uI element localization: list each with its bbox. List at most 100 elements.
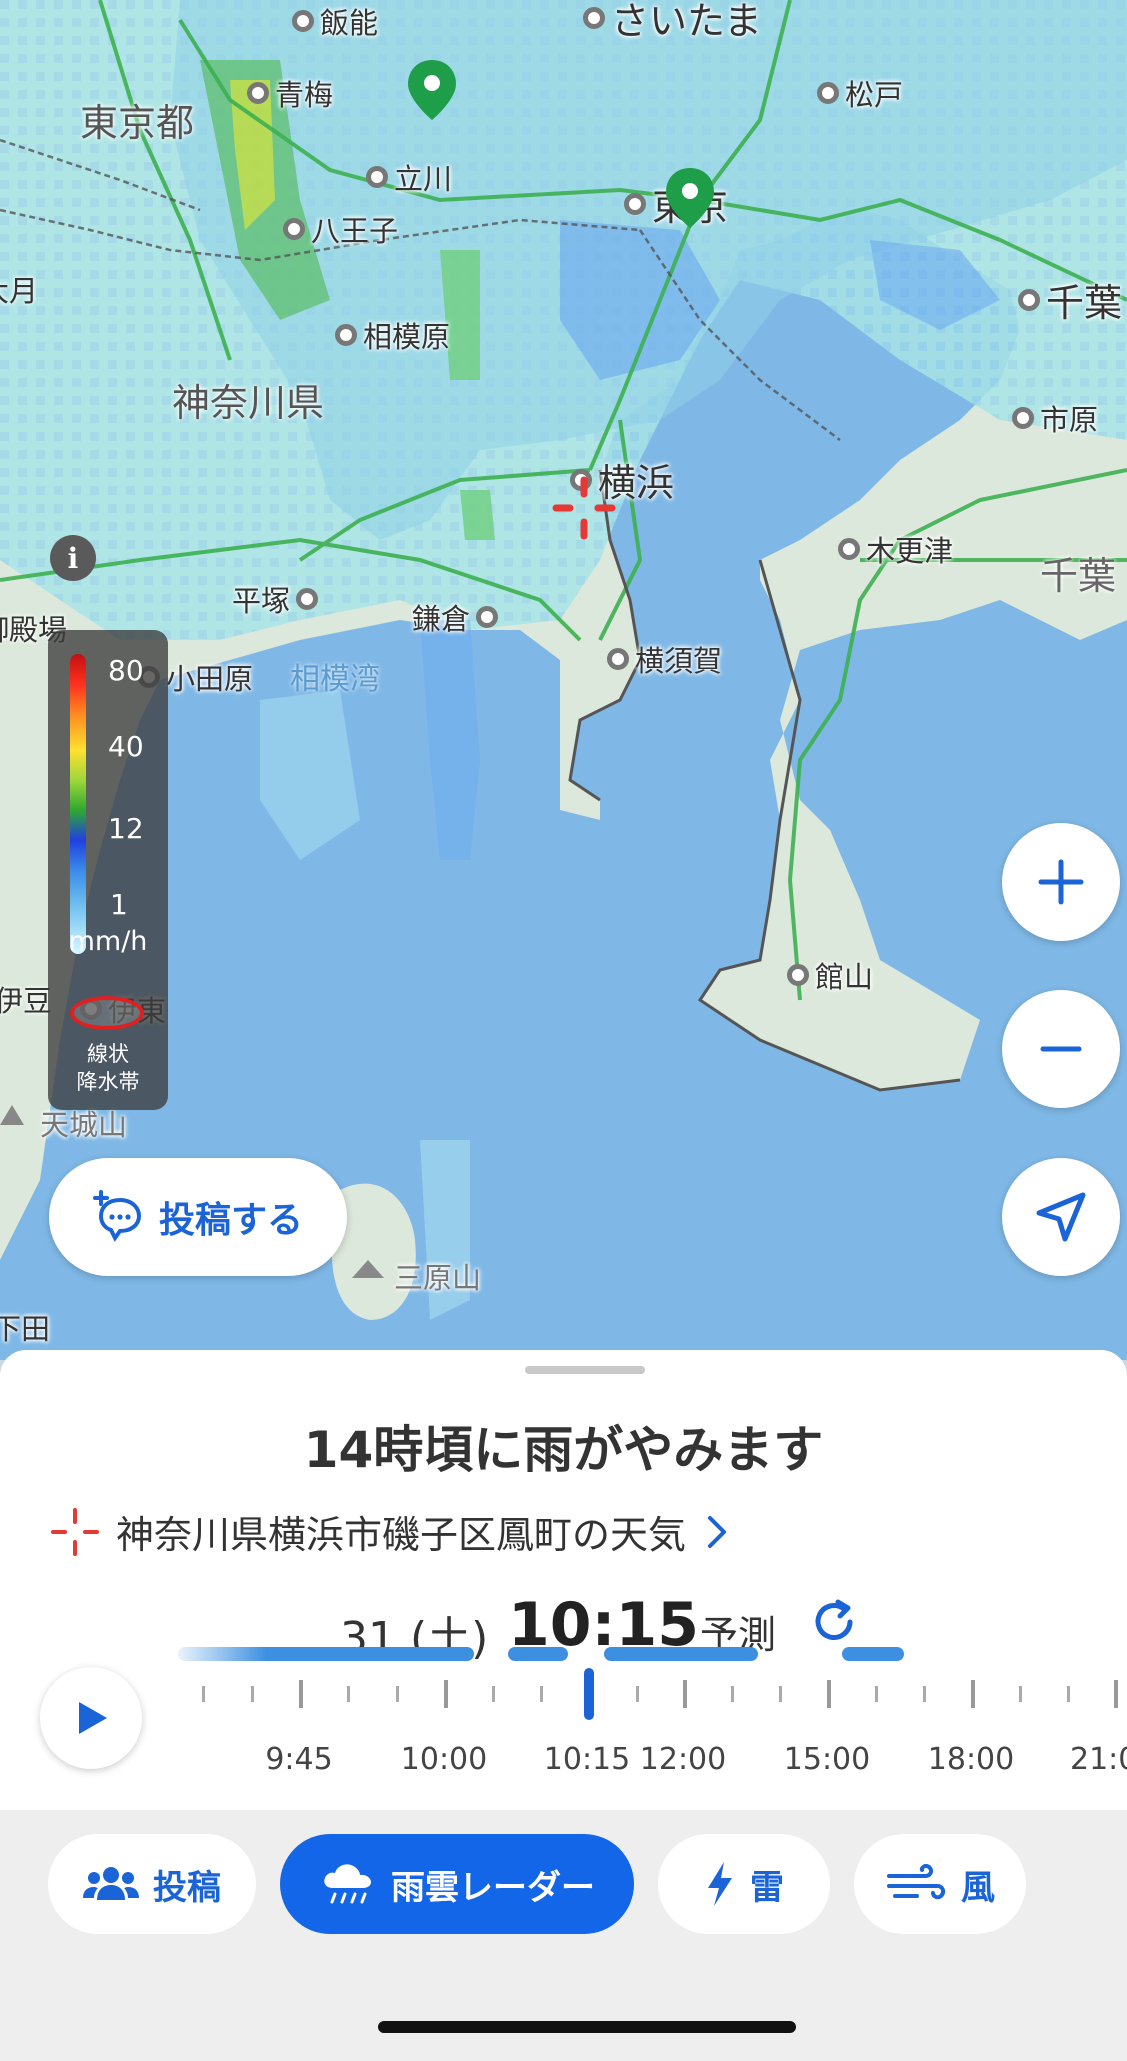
place-dot <box>787 964 809 986</box>
rain-segment <box>508 1647 568 1661</box>
place-dot <box>1012 407 1034 429</box>
rain-forecast-headline: 14時頃に雨がやみます <box>303 1421 824 1479</box>
region-label-otsuki: 大月 <box>0 274 39 308</box>
place-label: さいたま <box>611 0 762 43</box>
place-label: 松戸 <box>845 78 904 112</box>
users-icon <box>83 1867 139 1900</box>
place-label: 館山 <box>815 960 874 994</box>
zoom-in-button[interactable] <box>1002 823 1120 941</box>
place-dot <box>583 6 605 29</box>
wind-icon <box>887 1863 946 1900</box>
region-label-tokyo: 東京都 <box>80 101 195 145</box>
timeline-tick <box>347 1686 350 1702</box>
legend-tick: 80 <box>108 654 144 687</box>
timeline-slider[interactable] <box>0 1678 1127 1738</box>
map-pin-icon[interactable] <box>664 166 716 230</box>
place-hiratsuka: 平塚 <box>232 578 319 620</box>
place-label: 青梅 <box>275 78 334 112</box>
timeline-tick <box>444 1680 448 1708</box>
rain-cloud-icon <box>324 1864 371 1904</box>
timeline-label: 12:00 <box>639 1742 727 1777</box>
lightning-icon <box>708 1862 732 1906</box>
timeline-tick <box>251 1686 254 1702</box>
place-dot <box>335 324 357 346</box>
post-report-label: 投稿する <box>158 1200 303 1241</box>
info-icon[interactable]: i <box>50 535 96 581</box>
place-label: 飯能 <box>320 6 379 40</box>
post-report-button[interactable]: 投稿する <box>49 1158 347 1276</box>
timeline-tick <box>827 1680 831 1708</box>
place-ome: 青梅 <box>247 72 333 114</box>
forecast-sheet: 14時頃に雨がやみます 神奈川県横浜市磯子区鳳町の天気 31 (土) 10:15… <box>0 1350 1127 1810</box>
timeline-tick <box>1114 1680 1118 1708</box>
place-dot <box>624 192 646 215</box>
place-mihara: 三原山 <box>394 1255 481 1297</box>
place-label: 三原山 <box>394 1261 482 1295</box>
zoom-out-button[interactable] <box>1002 990 1120 1108</box>
place-label: 横須賀 <box>635 644 723 678</box>
precipitation-legend: 80 40 12 1 mm/h 線状 降水帯 <box>48 630 168 1110</box>
tab-label: 風 <box>961 1867 995 1908</box>
place-label: 鎌倉 <box>412 602 471 636</box>
place-label: 立川 <box>394 162 453 196</box>
refresh-icon[interactable] <box>808 1596 860 1648</box>
timeline-tick <box>1019 1686 1022 1702</box>
timeline-tick <box>636 1686 639 1702</box>
current-location-crosshair-icon <box>552 476 616 540</box>
legend-unit: mm/h <box>68 926 148 957</box>
place-yokosuka: 横須賀 <box>607 638 722 680</box>
bay-label-sagami: 相模湾 <box>290 662 380 697</box>
map-pin-icon[interactable] <box>406 58 458 122</box>
rain-segment <box>604 1647 758 1661</box>
place-dot <box>817 82 839 104</box>
place-hanno: 飯能 <box>292 0 378 42</box>
location-weather-link[interactable]: 神奈川県横浜市磯子区鳳町の天気 <box>50 1504 732 1559</box>
home-indicator <box>378 2021 796 2033</box>
sheet-grab-handle[interactable] <box>525 1366 645 1374</box>
place-dot <box>607 648 629 670</box>
tab-label: 雷 <box>750 1867 784 1908</box>
tab-posts[interactable]: 投稿 <box>48 1834 256 1934</box>
place-ichihara: 市原 <box>1012 397 1098 439</box>
current-location-button[interactable] <box>1002 1158 1120 1276</box>
timeline-label: 15:00 <box>783 1742 871 1777</box>
timeline-label: 21:00 <box>1070 1742 1127 1777</box>
timeline-label: 10:15 <box>543 1742 631 1777</box>
timeline-tick <box>731 1686 734 1702</box>
timeline-tick <box>540 1686 543 1702</box>
place-tateyama: 館山 <box>787 954 873 996</box>
crosshair-icon <box>51 1507 99 1556</box>
timeline-label: 10:00 <box>400 1742 488 1777</box>
place-kamakura: 鎌倉 <box>412 596 499 638</box>
legend-linear-band-label: 降水帯 <box>76 1070 140 1094</box>
timeline-tick <box>971 1680 975 1708</box>
timeline-cursor-handle[interactable] <box>584 1668 594 1720</box>
tab-thunder[interactable]: 雷 <box>658 1834 830 1934</box>
rain-radar-map[interactable]: 東京都 神奈川県 千葉 大月 御殿場 伊豆 相模湾 飯能 さいたま 青梅 松戸 … <box>0 0 1127 1360</box>
legend-color-bar <box>70 654 86 954</box>
place-label: 平塚 <box>232 584 291 618</box>
place-dot <box>296 588 319 610</box>
timeline-tick <box>492 1686 495 1702</box>
place-dot <box>366 166 388 188</box>
timeline-tick <box>875 1686 878 1702</box>
place-label: 木更津 <box>866 534 954 568</box>
tab-label: 雨雲レーダー <box>391 1867 595 1908</box>
timeline-tick <box>396 1686 399 1702</box>
tab-wind[interactable]: 風 <box>854 1834 1026 1934</box>
region-label-chiba: 千葉 <box>1040 554 1117 598</box>
legend-tick: 1 <box>110 888 128 921</box>
timeline-tick <box>683 1680 687 1708</box>
bottom-tab-bar: 投稿 雨雲レーダー 雷 風 <box>0 1810 1127 2061</box>
place-label: 下田 <box>0 1312 51 1346</box>
location-name: 神奈川県横浜市磯子区鳳町の天気 <box>116 1513 687 1557</box>
place-dot <box>476 606 499 628</box>
place-saitama: さいたま <box>583 0 762 45</box>
chat-plus-icon <box>92 1190 141 1242</box>
place-dot <box>283 218 305 240</box>
legend-tick: 12 <box>108 812 144 845</box>
place-dot <box>838 538 860 560</box>
tab-rain-radar[interactable]: 雨雲レーダー <box>280 1834 634 1934</box>
rain-segment <box>178 1647 474 1661</box>
legend-tick: 40 <box>108 730 144 763</box>
